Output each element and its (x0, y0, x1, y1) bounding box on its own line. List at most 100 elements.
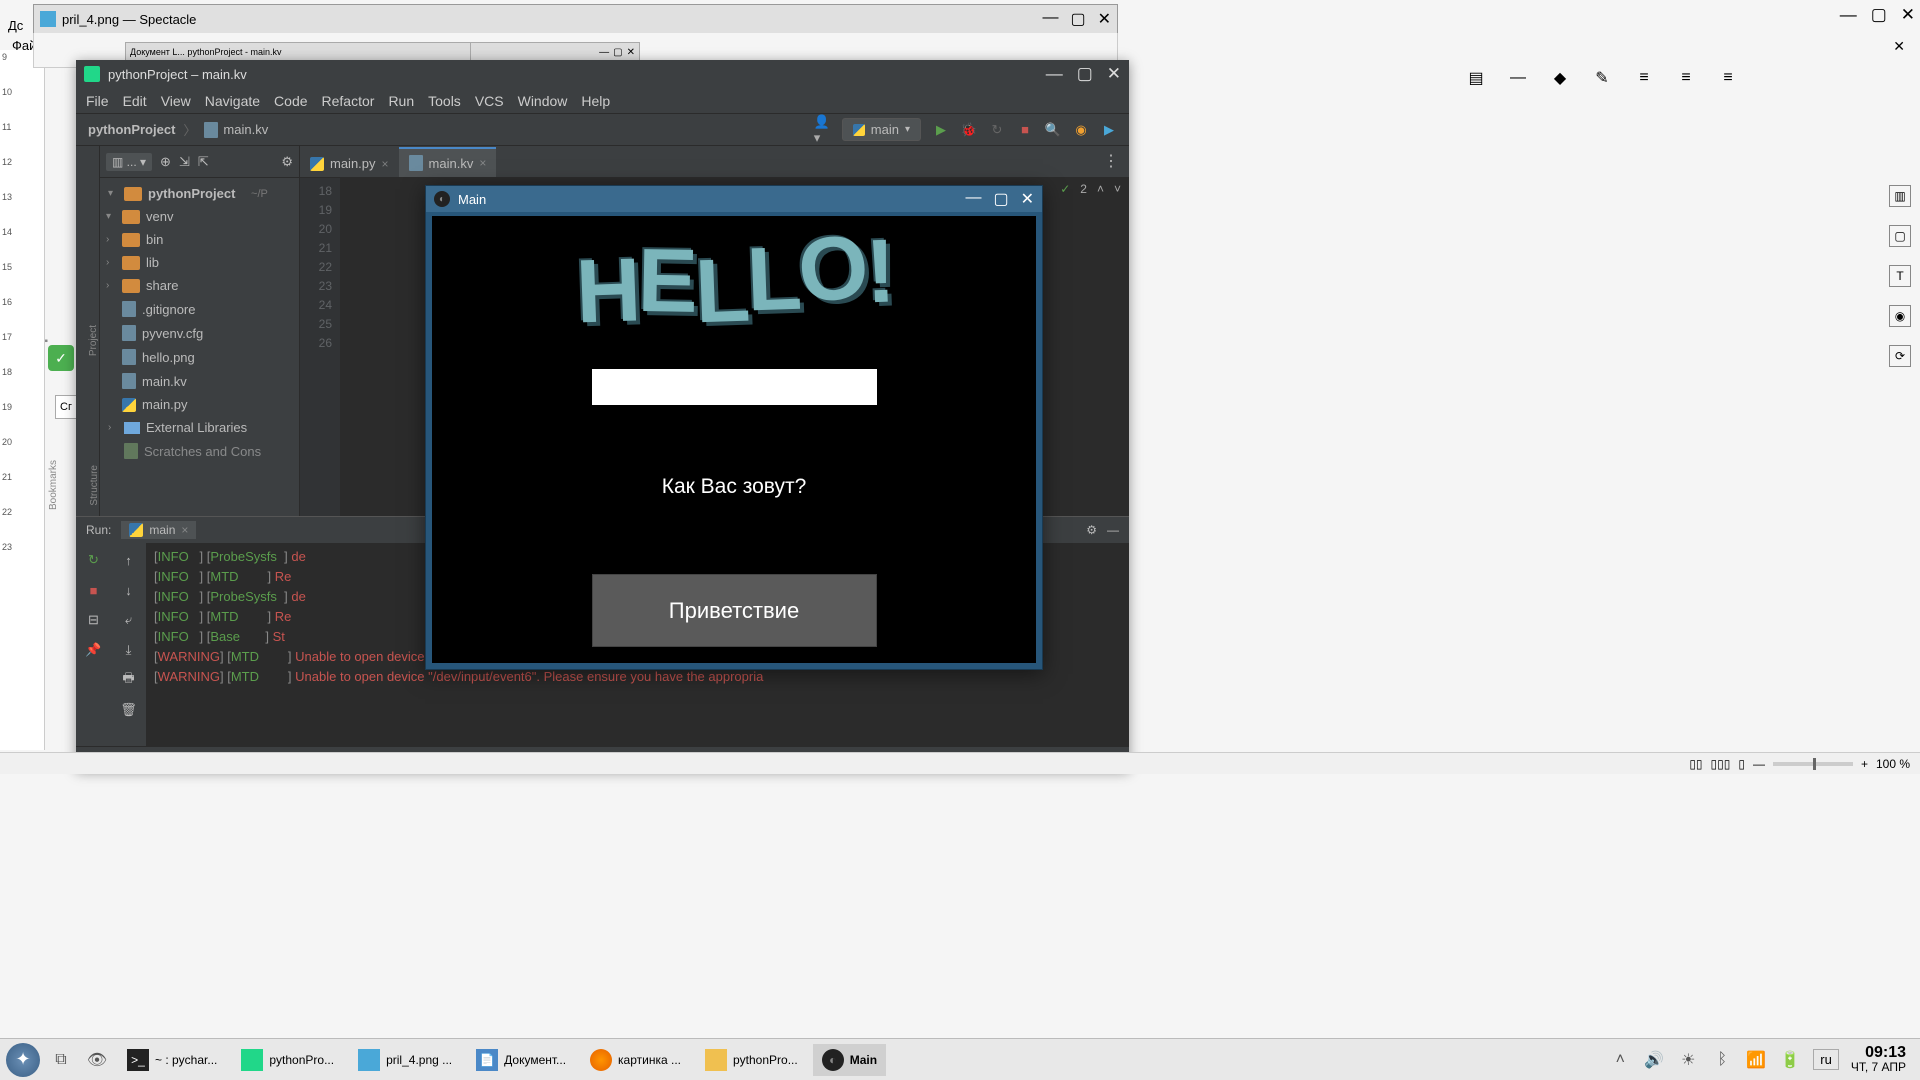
clock[interactable]: 09:13 ЧТ, 7 АПР (1851, 1046, 1906, 1074)
menu-file[interactable]: File (86, 93, 109, 109)
zoom-out-icon[interactable]: — (1753, 757, 1765, 771)
name-input[interactable] (592, 369, 877, 405)
zoom-slider[interactable] (1773, 762, 1853, 766)
task-kivy-main[interactable]: ◐Main (813, 1044, 886, 1076)
line-icon[interactable]: — (1507, 67, 1529, 89)
toolwindow-structure[interactable]: Structure (89, 465, 100, 506)
learn-icon[interactable]: ▶ (1101, 122, 1117, 138)
diamond-icon[interactable]: ◆ (1549, 67, 1571, 89)
sync-icon[interactable]: ⊕ (160, 154, 171, 170)
layout-icon[interactable]: ⊟ (85, 611, 103, 629)
print-icon[interactable]: 🖶 (120, 671, 138, 689)
tabs-menu-icon[interactable]: ⋮ (1093, 145, 1129, 177)
close-icon[interactable]: × (382, 157, 389, 171)
add-user-icon[interactable]: 👤▾ (814, 122, 830, 138)
menu-run[interactable]: Run (388, 93, 414, 109)
menu-help[interactable]: Help (581, 93, 610, 109)
tab-main-py[interactable]: main.py× (300, 148, 399, 177)
folder-icon[interactable]: ▪ (44, 336, 48, 347)
tree-main-kv[interactable]: main.kv (100, 369, 299, 393)
tree-external-libs[interactable]: ›External Libraries (100, 416, 299, 439)
start-button[interactable]: ✦ (6, 1043, 40, 1077)
show-desktop-icon[interactable]: 👁 (82, 1045, 112, 1075)
tree-root[interactable]: ▾pythonProject ~/P (100, 182, 299, 205)
brightness-icon[interactable]: ☀ (1677, 1049, 1699, 1071)
align-center-icon[interactable]: ≡ (1675, 67, 1697, 89)
menu-refactor[interactable]: Refactor (322, 93, 375, 109)
spectacle-titlebar[interactable]: pril_4.png — Spectacle — ▢ ✕ (34, 5, 1117, 33)
minimize-panel-icon[interactable]: — (1107, 523, 1119, 537)
volume-icon[interactable]: 🔊 (1643, 1049, 1665, 1071)
trash-icon[interactable]: 🗑 (120, 701, 138, 719)
tree-lib[interactable]: ›lib (100, 251, 299, 274)
task-doc[interactable]: 📄Документ... (467, 1044, 575, 1076)
pycharm-titlebar[interactable]: pythonProject – main.kv — ▢ ✕ (76, 60, 1129, 88)
kivy-titlebar[interactable]: ◐ Main — ▢ ✕ (426, 186, 1042, 212)
tab-main-kv[interactable]: main.kv× (399, 147, 497, 177)
minimize-icon[interactable]: — (1046, 64, 1063, 84)
sidebar-pane-4[interactable]: ◉ (1889, 305, 1911, 327)
tree-gitignore[interactable]: .gitignore (100, 297, 299, 321)
maximize-icon[interactable]: ▢ (1070, 9, 1085, 29)
close-icon[interactable]: ✕ (1107, 64, 1121, 84)
tree-bin[interactable]: ›bin (100, 228, 299, 251)
menu-view[interactable]: View (161, 93, 191, 109)
run-icon[interactable]: ▶ (933, 122, 949, 138)
collapse-icon[interactable]: ⇱ (198, 154, 209, 170)
minimize-icon[interactable]: — (965, 189, 981, 209)
coverage-icon[interactable]: ↻ (989, 122, 1005, 138)
close-icon[interactable]: ✕ (1098, 9, 1111, 29)
tray-expand-icon[interactable]: ˄ (1609, 1049, 1631, 1071)
minimize-icon[interactable]: — (1042, 9, 1058, 29)
menu-edit[interactable]: Edit (123, 93, 147, 109)
task-pycharm[interactable]: pythonPro... (232, 1044, 343, 1076)
breadcrumb-project[interactable]: pythonProject (88, 122, 175, 137)
tree-scratches[interactable]: Scratches and Cons (100, 439, 299, 463)
greeting-button[interactable]: Приветствие (592, 574, 877, 647)
activities-icon[interactable]: ⧉ (46, 1045, 76, 1075)
task-terminal[interactable]: >_~ : pychar... (118, 1044, 226, 1076)
maximize-icon[interactable]: ▢ (993, 189, 1008, 209)
close-icon[interactable]: ✕ (1901, 5, 1915, 25)
run-config-selector[interactable]: main ▾ (842, 118, 921, 141)
tree-venv[interactable]: ▾venv (100, 205, 299, 228)
toolwindow-bookmarks[interactable]: Bookmarks (48, 460, 59, 510)
keyboard-layout[interactable]: ru (1813, 1049, 1839, 1070)
wifi-icon[interactable]: 📶 (1745, 1049, 1767, 1071)
task-firefox[interactable]: картинка ... (581, 1044, 690, 1076)
search-icon[interactable]: 🔍 (1045, 122, 1061, 138)
zoom-in-icon[interactable]: + (1861, 757, 1868, 771)
align-right-icon[interactable]: ≡ (1717, 67, 1739, 89)
minimize-icon[interactable]: — (1840, 5, 1857, 25)
gear-icon[interactable]: ⚙ (281, 154, 293, 170)
run-tab[interactable]: main× (121, 521, 196, 539)
sidebar-pane-1[interactable]: ▥ (1889, 185, 1911, 207)
menu-code[interactable]: Code (274, 93, 307, 109)
pen-icon[interactable]: ✎ (1591, 67, 1613, 89)
battery-icon[interactable]: 🔋 (1779, 1049, 1801, 1071)
rerun-icon[interactable]: ↻ (85, 551, 103, 569)
pin-icon[interactable]: 📌 (85, 641, 103, 659)
maximize-icon[interactable]: ▢ (1077, 64, 1093, 84)
project-view-selector[interactable]: ▥ ... ▾ (106, 153, 152, 171)
chevron-up-icon[interactable]: ˄ (1097, 182, 1104, 196)
gear-icon[interactable]: ⚙ (1086, 523, 1097, 537)
task-folder[interactable]: pythonPro... (696, 1044, 807, 1076)
scroll-end-icon[interactable]: ⤓ (120, 641, 138, 659)
close-icon[interactable]: × (479, 156, 486, 170)
sidebar-pane-5[interactable]: ⟳ (1889, 345, 1911, 367)
book-view-icon[interactable]: ▯▯ (1689, 757, 1702, 771)
debug-icon[interactable]: 🐞 (961, 122, 977, 138)
expand-icon[interactable]: ⇲ (179, 154, 190, 170)
ide-settings-icon[interactable]: ◉ (1073, 122, 1089, 138)
menu-window[interactable]: Window (518, 93, 568, 109)
menu-tools[interactable]: Tools (428, 93, 461, 109)
stop-icon[interactable]: ■ (85, 581, 103, 599)
toolwindow-project[interactable]: Project (88, 325, 99, 356)
inspection-widget[interactable]: ✓ 2 ˄ ˅ (1060, 182, 1121, 196)
task-spectacle[interactable]: pril_4.png ... (349, 1044, 461, 1076)
wrap-icon[interactable]: ⤶ (120, 611, 138, 629)
maximize-icon[interactable]: ▢ (1871, 5, 1887, 25)
align-left-icon[interactable]: ≡ (1633, 67, 1655, 89)
single-page-icon[interactable]: ▯ (1738, 757, 1745, 771)
